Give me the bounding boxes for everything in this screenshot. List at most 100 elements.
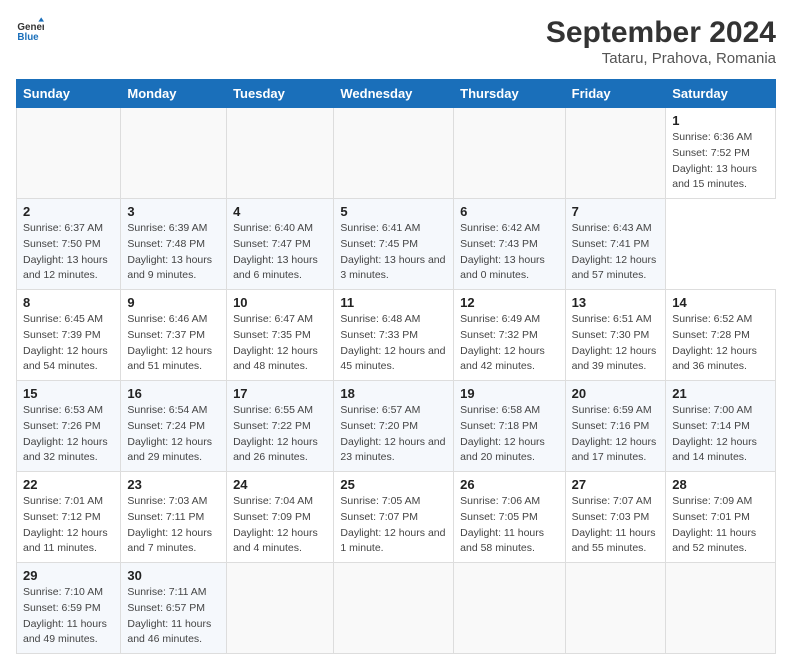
col-header-monday: Monday [121,80,227,108]
day-info: Sunrise: 6:41 AMSunset: 7:45 PMDaylight:… [340,222,445,281]
day-info: Sunrise: 7:03 AMSunset: 7:11 PMDaylight:… [127,495,212,554]
day-cell [334,108,454,199]
day-cell [565,563,666,654]
day-info: Sunrise: 6:42 AMSunset: 7:43 PMDaylight:… [460,222,545,281]
week-row-3: 8 Sunrise: 6:45 AMSunset: 7:39 PMDayligh… [17,290,776,381]
day-cell: 30 Sunrise: 7:11 AMSunset: 6:57 PMDaylig… [121,563,227,654]
day-number: 21 [672,386,769,401]
day-info: Sunrise: 6:53 AMSunset: 7:26 PMDaylight:… [23,404,108,463]
col-header-sunday: Sunday [17,80,121,108]
col-header-saturday: Saturday [666,80,776,108]
week-row-5: 22 Sunrise: 7:01 AMSunset: 7:12 PMDaylig… [17,472,776,563]
day-cell: 7 Sunrise: 6:43 AMSunset: 7:41 PMDayligh… [565,199,666,290]
day-cell [334,563,454,654]
day-number: 26 [460,477,558,492]
day-cell: 13 Sunrise: 6:51 AMSunset: 7:30 PMDaylig… [565,290,666,381]
day-cell: 23 Sunrise: 7:03 AMSunset: 7:11 PMDaylig… [121,472,227,563]
day-cell: 20 Sunrise: 6:59 AMSunset: 7:16 PMDaylig… [565,381,666,472]
day-cell: 5 Sunrise: 6:41 AMSunset: 7:45 PMDayligh… [334,199,454,290]
page-header: General Blue September 2024 Tataru, Prah… [16,16,776,67]
day-info: Sunrise: 7:00 AMSunset: 7:14 PMDaylight:… [672,404,757,463]
day-cell: 28 Sunrise: 7:09 AMSunset: 7:01 PMDaylig… [666,472,776,563]
day-cell: 25 Sunrise: 7:05 AMSunset: 7:07 PMDaylig… [334,472,454,563]
day-info: Sunrise: 7:06 AMSunset: 7:05 PMDaylight:… [460,495,544,554]
day-info: Sunrise: 7:01 AMSunset: 7:12 PMDaylight:… [23,495,108,554]
day-info: Sunrise: 7:09 AMSunset: 7:01 PMDaylight:… [672,495,756,554]
day-number: 15 [23,386,114,401]
col-header-wednesday: Wednesday [334,80,454,108]
week-row-1: 1 Sunrise: 6:36 AMSunset: 7:52 PMDayligh… [17,108,776,199]
day-number: 13 [572,295,660,310]
day-cell: 3 Sunrise: 6:39 AMSunset: 7:48 PMDayligh… [121,199,227,290]
day-info: Sunrise: 7:10 AMSunset: 6:59 PMDaylight:… [23,586,107,645]
day-info: Sunrise: 6:52 AMSunset: 7:28 PMDaylight:… [672,313,757,372]
day-info: Sunrise: 6:55 AMSunset: 7:22 PMDaylight:… [233,404,318,463]
day-info: Sunrise: 6:39 AMSunset: 7:48 PMDaylight:… [127,222,212,281]
day-number: 4 [233,204,327,219]
logo: General Blue [16,16,44,44]
day-info: Sunrise: 6:49 AMSunset: 7:32 PMDaylight:… [460,313,545,372]
col-header-thursday: Thursday [454,80,565,108]
day-number: 6 [460,204,558,219]
day-cell [666,563,776,654]
day-info: Sunrise: 6:48 AMSunset: 7:33 PMDaylight:… [340,313,445,372]
day-number: 30 [127,568,220,583]
day-cell: 19 Sunrise: 6:58 AMSunset: 7:18 PMDaylig… [454,381,565,472]
day-cell [454,563,565,654]
day-cell: 8 Sunrise: 6:45 AMSunset: 7:39 PMDayligh… [17,290,121,381]
day-number: 5 [340,204,447,219]
day-number: 28 [672,477,769,492]
week-row-2: 2 Sunrise: 6:37 AMSunset: 7:50 PMDayligh… [17,199,776,290]
day-cell [121,108,227,199]
day-cell: 26 Sunrise: 7:06 AMSunset: 7:05 PMDaylig… [454,472,565,563]
day-number: 23 [127,477,220,492]
day-number: 22 [23,477,114,492]
day-cell [565,108,666,199]
day-cell: 6 Sunrise: 6:42 AMSunset: 7:43 PMDayligh… [454,199,565,290]
calendar-subtitle: Tataru, Prahova, Romania [546,50,776,67]
day-cell [454,108,565,199]
day-number: 25 [340,477,447,492]
day-info: Sunrise: 6:54 AMSunset: 7:24 PMDaylight:… [127,404,212,463]
day-cell: 9 Sunrise: 6:46 AMSunset: 7:37 PMDayligh… [121,290,227,381]
day-info: Sunrise: 7:04 AMSunset: 7:09 PMDaylight:… [233,495,318,554]
day-number: 29 [23,568,114,583]
day-number: 17 [233,386,327,401]
day-cell: 17 Sunrise: 6:55 AMSunset: 7:22 PMDaylig… [227,381,334,472]
day-cell: 27 Sunrise: 7:07 AMSunset: 7:03 PMDaylig… [565,472,666,563]
title-block: September 2024 Tataru, Prahova, Romania [546,16,776,67]
day-cell: 18 Sunrise: 6:57 AMSunset: 7:20 PMDaylig… [334,381,454,472]
day-number: 9 [127,295,220,310]
day-number: 1 [672,113,769,128]
day-number: 16 [127,386,220,401]
day-number: 19 [460,386,558,401]
header-row: SundayMondayTuesdayWednesdayThursdayFrid… [17,80,776,108]
day-cell [227,108,334,199]
day-cell: 10 Sunrise: 6:47 AMSunset: 7:35 PMDaylig… [227,290,334,381]
calendar-title: September 2024 [546,16,776,50]
day-number: 3 [127,204,220,219]
day-info: Sunrise: 6:45 AMSunset: 7:39 PMDaylight:… [23,313,108,372]
day-info: Sunrise: 6:57 AMSunset: 7:20 PMDaylight:… [340,404,445,463]
day-cell: 16 Sunrise: 6:54 AMSunset: 7:24 PMDaylig… [121,381,227,472]
day-cell: 2 Sunrise: 6:37 AMSunset: 7:50 PMDayligh… [17,199,121,290]
day-cell: 1 Sunrise: 6:36 AMSunset: 7:52 PMDayligh… [666,108,776,199]
day-cell: 22 Sunrise: 7:01 AMSunset: 7:12 PMDaylig… [17,472,121,563]
day-info: Sunrise: 6:46 AMSunset: 7:37 PMDaylight:… [127,313,212,372]
day-number: 20 [572,386,660,401]
day-info: Sunrise: 6:58 AMSunset: 7:18 PMDaylight:… [460,404,545,463]
day-cell [227,563,334,654]
day-info: Sunrise: 6:51 AMSunset: 7:30 PMDaylight:… [572,313,657,372]
day-cell [17,108,121,199]
day-number: 10 [233,295,327,310]
day-number: 24 [233,477,327,492]
day-number: 11 [340,295,447,310]
day-cell: 15 Sunrise: 6:53 AMSunset: 7:26 PMDaylig… [17,381,121,472]
day-number: 8 [23,295,114,310]
day-number: 14 [672,295,769,310]
day-info: Sunrise: 7:05 AMSunset: 7:07 PMDaylight:… [340,495,445,554]
svg-text:Blue: Blue [17,32,39,43]
week-row-4: 15 Sunrise: 6:53 AMSunset: 7:26 PMDaylig… [17,381,776,472]
day-cell: 14 Sunrise: 6:52 AMSunset: 7:28 PMDaylig… [666,290,776,381]
day-info: Sunrise: 6:40 AMSunset: 7:47 PMDaylight:… [233,222,318,281]
